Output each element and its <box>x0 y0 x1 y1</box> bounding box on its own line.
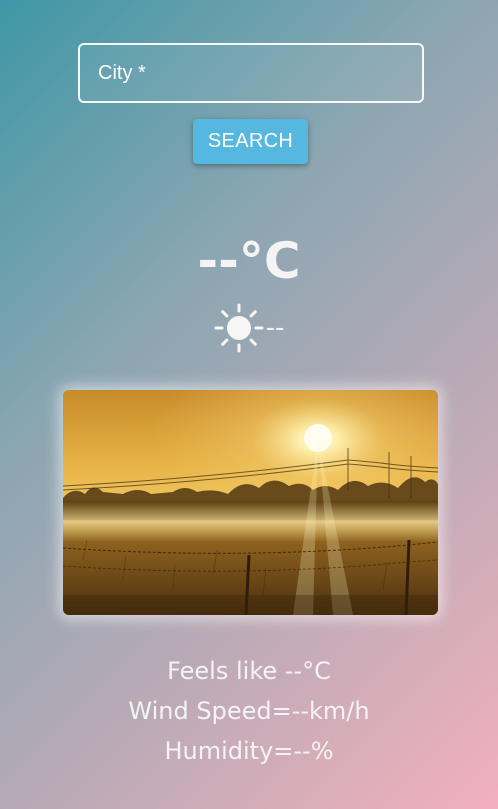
humidity-text: Humidity=--% <box>164 737 334 765</box>
weather-condition: -- <box>0 302 498 354</box>
sunny-field-photo <box>63 390 438 615</box>
sun-icon <box>214 303 264 353</box>
feels-like-text: Feels like --°C <box>167 657 331 685</box>
condition-text: -- <box>265 313 285 343</box>
city-field[interactable] <box>78 43 424 103</box>
weather-details: Feels like --°C Wind Speed=--km/h Humidi… <box>0 651 498 771</box>
city-input[interactable] <box>80 45 422 101</box>
wind-speed-text: Wind Speed=--km/h <box>128 697 370 725</box>
temperature-display: --°C <box>197 232 301 290</box>
search-button[interactable]: SEARCH <box>193 119 308 164</box>
weather-app: SEARCH --°C -- <box>0 0 498 809</box>
